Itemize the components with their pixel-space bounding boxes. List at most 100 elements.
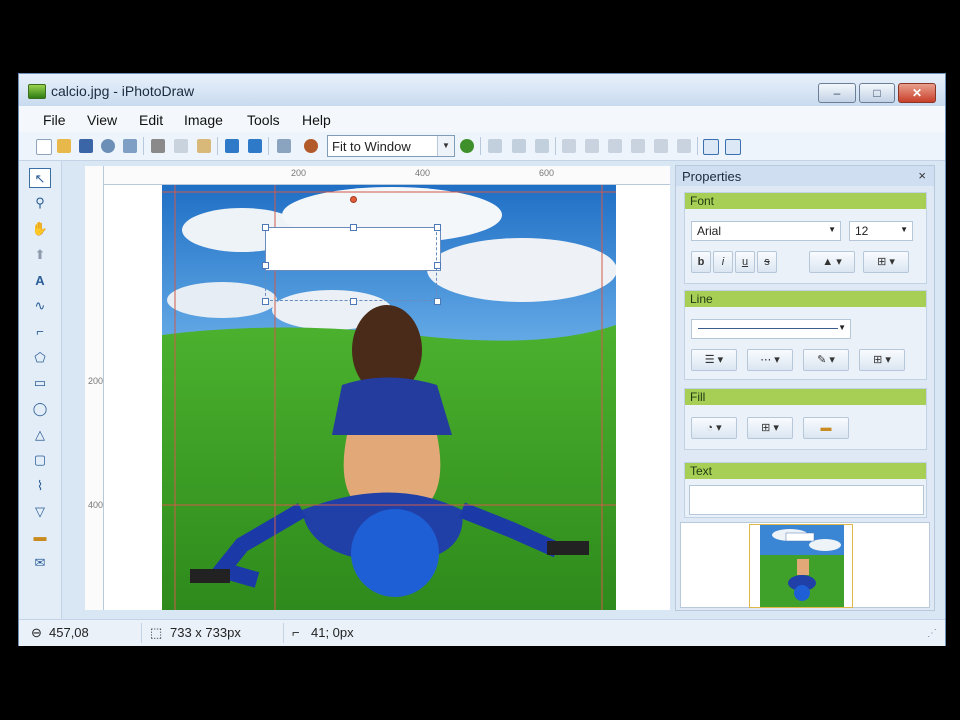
paste-icon[interactable] xyxy=(197,139,211,153)
pointer-tool[interactable]: ↖ xyxy=(29,168,51,188)
close-button[interactable]: ✕ xyxy=(898,83,936,103)
menu-bar: File View Edit Image Tools Help xyxy=(19,106,945,132)
flip-vertical-icon[interactable] xyxy=(512,139,526,153)
scan-icon[interactable] xyxy=(123,139,137,153)
menu-image[interactable]: Image xyxy=(184,112,223,128)
resize-handle[interactable] xyxy=(434,262,441,269)
font-color-icon: ▲ ▾ xyxy=(822,256,842,268)
align-left-icon[interactable] xyxy=(562,139,576,153)
italic-button[interactable]: i xyxy=(713,251,733,273)
fill-pattern-button[interactable]: ⊞ ▾ xyxy=(747,417,793,439)
zoom-icon: ⊖ xyxy=(31,625,42,640)
resize-handle[interactable] xyxy=(350,224,357,231)
font-size-select[interactable]: 12 ▼ xyxy=(849,221,913,241)
navigator-thumbnail[interactable] xyxy=(680,522,930,608)
font-size-value: 12 xyxy=(855,224,869,238)
strikethrough-button[interactable]: s xyxy=(757,251,777,273)
minimize-button[interactable]: ‒ xyxy=(818,83,856,103)
open-folder-icon[interactable] xyxy=(57,139,71,153)
resize-handle[interactable] xyxy=(434,224,441,231)
toolbar-separator xyxy=(555,137,556,155)
snap-grid-icon[interactable] xyxy=(725,139,741,155)
resize-handle[interactable] xyxy=(262,262,269,269)
text-group-label: Text xyxy=(685,463,926,479)
text-input[interactable] xyxy=(689,485,924,515)
menu-view[interactable]: View xyxy=(87,112,117,128)
resize-handle[interactable] xyxy=(350,298,357,305)
shape-tool[interactable]: ▽ xyxy=(29,502,51,522)
new-file-icon[interactable] xyxy=(36,139,52,155)
redo-icon[interactable] xyxy=(248,139,262,153)
zoom-tool[interactable]: ⚲ xyxy=(29,193,51,213)
align-center-icon[interactable] xyxy=(585,139,599,153)
zoom-in-icon[interactable] xyxy=(460,139,474,153)
align-bottom-icon[interactable] xyxy=(677,139,691,153)
crop-tool[interactable]: ✉ xyxy=(29,553,51,573)
properties-icon[interactable] xyxy=(277,139,291,153)
resize-grip-icon[interactable]: ⋰ xyxy=(927,628,937,639)
text-align-button[interactable]: ⊞ ▾ xyxy=(863,251,909,273)
menu-help[interactable]: Help xyxy=(302,112,331,128)
menu-tools[interactable]: Tools xyxy=(247,112,280,128)
grid-icon[interactable] xyxy=(703,139,719,155)
align-right-icon[interactable] xyxy=(608,139,622,153)
cursor-position-icon: ⌐ xyxy=(292,625,300,640)
fill-color-button[interactable]: ◔ ▾ xyxy=(691,417,737,439)
copy-icon[interactable] xyxy=(174,139,188,153)
chevron-down-icon[interactable]: ▼ xyxy=(437,136,454,156)
align-middle-icon[interactable] xyxy=(654,139,668,153)
font-color-button[interactable]: ▲ ▾ xyxy=(809,251,855,273)
app-window: calcio.jpg - iPhotoDraw ‒ □ ✕ File View … xyxy=(18,73,946,646)
fill-tool[interactable]: ⬆ xyxy=(29,245,51,265)
flip-horizontal-icon[interactable] xyxy=(488,139,502,153)
rectangle-tool[interactable]: ▭ xyxy=(29,373,51,393)
zoom-out-icon[interactable] xyxy=(304,139,318,153)
ellipse-tool[interactable]: ◯ xyxy=(29,399,51,419)
undo-icon[interactable] xyxy=(225,139,239,153)
underline-button[interactable]: u xyxy=(735,251,755,273)
fill-image-button[interactable]: ▬ xyxy=(803,417,849,439)
connector-tool[interactable]: ⌐ xyxy=(29,322,51,342)
save-icon[interactable] xyxy=(79,139,93,153)
rotate-handle[interactable] xyxy=(350,196,357,203)
status-separator xyxy=(141,623,142,643)
line-color-button[interactable]: ✎ ▾ xyxy=(803,349,849,371)
path-tool[interactable]: ⌇ xyxy=(29,476,51,496)
line-style-select[interactable]: ▼ xyxy=(691,319,851,339)
menu-file[interactable]: File xyxy=(43,112,66,128)
align-top-icon[interactable] xyxy=(631,139,645,153)
status-separator xyxy=(283,623,284,643)
web-icon[interactable] xyxy=(101,139,115,153)
freehand-tool[interactable]: ∿ xyxy=(29,296,51,316)
text-tool[interactable]: A xyxy=(29,271,51,291)
zoom-select[interactable]: Fit to Window xyxy=(327,135,455,157)
ruler-label: 400 xyxy=(88,500,104,510)
callout-tool[interactable]: ▢ xyxy=(29,450,51,470)
cut-icon[interactable] xyxy=(151,139,165,153)
line-dash-button[interactable]: ⋯ ▾ xyxy=(747,349,793,371)
properties-title: Properties xyxy=(676,166,934,186)
resize-handle[interactable] xyxy=(262,224,269,231)
triangle-tool[interactable]: △ xyxy=(29,425,51,445)
line-arrange-button[interactable]: ⊞ ▾ xyxy=(859,349,905,371)
menu-edit[interactable]: Edit xyxy=(139,112,163,128)
horizontal-ruler: 200 400 600 xyxy=(85,166,670,185)
status-zoom: 457,08 xyxy=(49,625,89,640)
thumbnail-viewport[interactable] xyxy=(749,524,853,608)
resize-handle[interactable] xyxy=(434,298,441,305)
ruler-label: 200 xyxy=(291,168,307,178)
close-icon[interactable]: × xyxy=(918,168,926,183)
maximize-button[interactable]: □ xyxy=(859,83,895,103)
hand-tool[interactable]: ✋ xyxy=(29,219,51,239)
image-tool[interactable]: ▬ xyxy=(29,527,51,547)
chevron-down-icon: ▼ xyxy=(828,225,836,234)
group-icon[interactable] xyxy=(535,139,549,153)
resize-handle[interactable] xyxy=(262,298,269,305)
polygon-tool[interactable]: ⬠ xyxy=(29,348,51,368)
line-width-button[interactable]: ☰ ▾ xyxy=(691,349,737,371)
font-family-select[interactable]: Arial ▼ xyxy=(691,221,841,241)
bold-button[interactable]: b xyxy=(691,251,711,273)
paint-bucket-icon: ◔ ▾ xyxy=(706,422,722,434)
toolbar-separator xyxy=(217,137,218,155)
fill-group: Fill ◔ ▾ ⊞ ▾ ▬ xyxy=(684,388,927,450)
